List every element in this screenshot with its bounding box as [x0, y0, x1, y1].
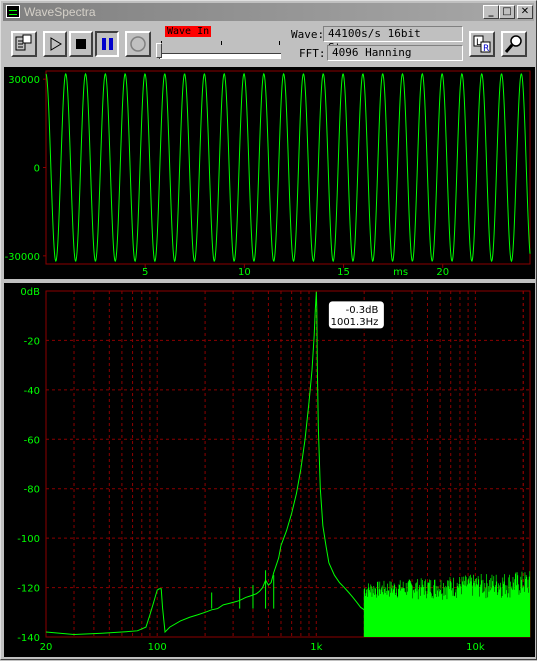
- slider-tick: [279, 41, 280, 45]
- peak-level-text: -0.3dB: [346, 305, 379, 316]
- app-icon[interactable]: [6, 5, 20, 18]
- wave-label: Wave:: [291, 28, 325, 41]
- y-tick-label: -120: [17, 584, 40, 595]
- stop-icon: [76, 39, 86, 49]
- y-tick-label: -100: [17, 534, 40, 545]
- spectrum-trace: [45, 291, 365, 636]
- title-bar[interactable]: WaveSpectra _ □ ✕: [3, 3, 534, 21]
- waveform-chart: 5 10 15 20 ms 30000 0 -30000: [5, 70, 531, 278]
- app-window: WaveSpectra _ □ ✕ Wave In Wave: 44100s/s…: [0, 0, 537, 660]
- y-tick-label: -20: [24, 336, 40, 347]
- overlay-button[interactable]: [125, 31, 151, 57]
- circle-icon: [130, 36, 146, 52]
- zoom-button[interactable]: [501, 31, 527, 57]
- device-settings-button[interactable]: [11, 31, 37, 57]
- y-tick-label: 0: [34, 163, 40, 174]
- y-tick-label: -140: [17, 633, 40, 644]
- waveform-panel[interactable]: 5 10 15 20 ms 30000 0 -30000: [4, 67, 535, 279]
- y-tick-label: -30000: [5, 252, 40, 263]
- spectrum-chart: 0dB -20 -40 -60 -80 -100 -120 -14020 100 1k 10k -0.…: [17, 287, 531, 653]
- y-tick-label: -60: [24, 435, 40, 446]
- minimize-button[interactable]: _: [483, 5, 499, 19]
- spectrum-panel[interactable]: 0dB -20 -40 -60 -80 -100 -120 -140 20 100 1k 10k -0.…: [4, 283, 535, 657]
- toolbar: Wave In Wave: 44100s/s 16bit Stereo FFT:…: [3, 23, 534, 65]
- channel-button[interactable]: L R: [469, 31, 495, 57]
- y-tick-label: 0dB: [20, 287, 40, 298]
- channel-lr-icon: L R: [473, 35, 491, 54]
- noise-floor: [363, 571, 531, 637]
- x-tick-label: 10: [238, 267, 251, 278]
- record-pause-button[interactable]: [95, 31, 119, 57]
- x-tick-label: 5: [142, 267, 148, 278]
- wave-format-field: 44100s/s 16bit Stereo: [323, 26, 463, 54]
- x-tick-label: 1k: [310, 642, 322, 653]
- window-title: WaveSpectra: [24, 5, 96, 19]
- y-tick-label: 30000: [8, 75, 40, 86]
- x-tick-label: 20: [436, 267, 449, 278]
- wave-in-slider-track[interactable]: [159, 53, 281, 59]
- x-unit-label: ms: [393, 267, 408, 278]
- play-icon: [50, 37, 62, 51]
- play-button[interactable]: [43, 31, 67, 57]
- fft-settings-field: 4096 Hanning: [327, 45, 463, 61]
- y-tick-label: -80: [24, 485, 40, 496]
- y-tick-label: -40: [24, 386, 40, 397]
- x-tick-label: 15: [337, 267, 350, 278]
- slider-tick: [221, 41, 222, 45]
- stop-button[interactable]: [69, 31, 93, 57]
- maximize-button[interactable]: □: [499, 5, 515, 19]
- channel-r-text: R: [483, 44, 489, 54]
- peak-readout: -0.3dB1001.3Hz: [327, 300, 385, 330]
- fft-label: FFT:: [299, 47, 326, 60]
- wave-in-slider-thumb[interactable]: [156, 43, 162, 58]
- x-tick-label: 100: [148, 642, 167, 653]
- wave-in-label: Wave In: [165, 26, 212, 37]
- channel-l-text: L: [476, 38, 481, 48]
- x-tick-label: 10k: [466, 642, 485, 653]
- x-tick-label: 20: [40, 642, 53, 653]
- peak-freq-text: 1001.3Hz: [331, 317, 379, 328]
- device-icon: [15, 34, 32, 51]
- waveform-trace: [45, 72, 531, 263]
- magnifier-icon: [504, 35, 522, 53]
- close-button[interactable]: ✕: [517, 5, 533, 19]
- pause-icon: [102, 38, 113, 50]
